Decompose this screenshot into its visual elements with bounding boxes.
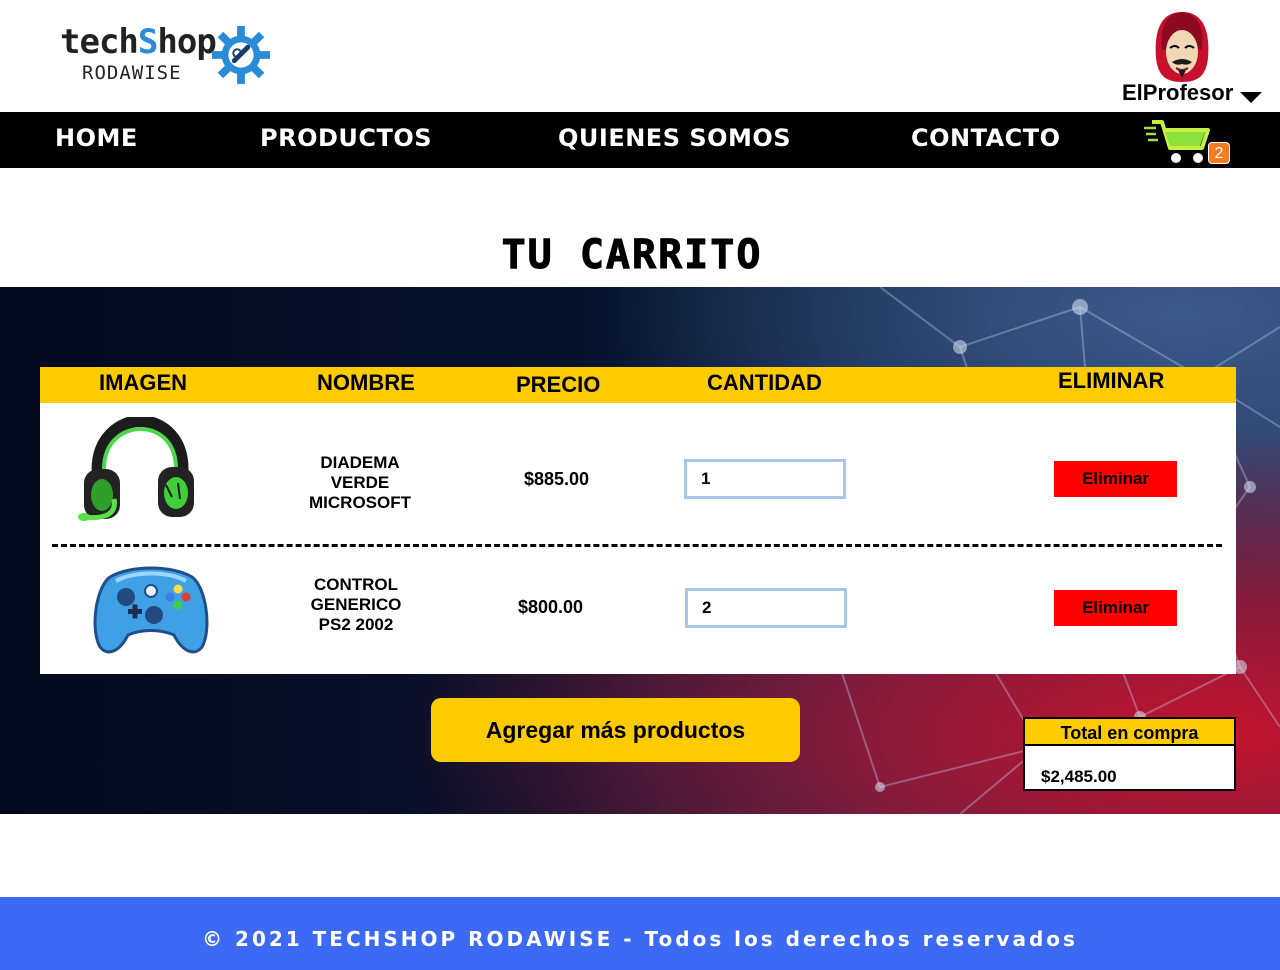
product-name-line: MICROSOFT xyxy=(309,493,411,512)
user-name: ElProfesor xyxy=(1122,80,1234,105)
total-label: Total en compra xyxy=(1025,719,1234,746)
delete-button[interactable]: Eliminar xyxy=(1054,590,1177,626)
logo-subtitle: RODAWISE xyxy=(82,62,182,84)
chevron-down-icon[interactable] xyxy=(1240,92,1262,103)
table-header: IMAGEN NOMBRE PRECIO CANTIDAD ELIMINAR xyxy=(40,367,1236,403)
user-menu[interactable]: ElProfesor xyxy=(1122,10,1262,106)
nav-contacto[interactable]: CONTACTO xyxy=(911,124,1061,152)
avatar xyxy=(1155,12,1209,82)
gear-icon xyxy=(211,25,271,85)
cart-count-badge: 2 xyxy=(1208,142,1230,164)
product-price: $885.00 xyxy=(524,469,590,489)
add-more-products-button[interactable]: Agregar más productos xyxy=(431,698,800,762)
total-value: $2,485.00 xyxy=(1041,767,1117,786)
table-row: CONTROL GENERICO PS2 2002 $800.00 Elimin… xyxy=(40,547,1236,677)
footer: © 2021 TECHSHOP RODAWISE - Todos los der… xyxy=(0,897,1280,970)
product-name: CONTROL GENERICO PS2 2002 xyxy=(276,575,436,635)
page-title: TU CARRITO xyxy=(501,232,763,279)
nav-productos[interactable]: PRODUCTOS xyxy=(260,124,432,152)
product-name-line: DIADEMA xyxy=(320,453,400,472)
product-name: DIADEMA VERDE MICROSOFT xyxy=(280,453,440,513)
shopping-cart-icon xyxy=(1144,120,1210,163)
column-header-imagen: IMAGEN xyxy=(99,370,187,395)
main-nav: HOME PRODUCTOS QUIENES SOMOS CONTACTO 2 xyxy=(0,112,1280,168)
column-header-nombre: NOMBRE xyxy=(317,370,415,395)
logo-wordmark: techShop xyxy=(60,22,217,62)
table-row: DIADEMA VERDE MICROSOFT $885.00 Eliminar xyxy=(40,413,1236,543)
column-header-eliminar: ELIMINAR xyxy=(1058,368,1165,393)
product-name-line: GENERICO xyxy=(310,595,402,614)
column-header-precio: PRECIO xyxy=(516,372,601,397)
header: techShop RODAWISE ElProfesor xyxy=(0,0,1280,112)
page: techShop RODAWISE ElProfesor HOME PRODUC… xyxy=(0,0,1280,970)
headset-icon xyxy=(78,417,194,521)
product-price: $800.00 xyxy=(518,597,584,617)
product-name-line: VERDE xyxy=(330,473,390,492)
cart-button[interactable]: 2 xyxy=(1142,118,1232,166)
nav-quienes-somos[interactable]: QUIENES SOMOS xyxy=(558,124,791,152)
brand-logo[interactable]: techShop RODAWISE xyxy=(60,22,280,88)
quantity-input[interactable] xyxy=(684,459,846,499)
quantity-input[interactable] xyxy=(685,588,847,628)
delete-button[interactable]: Eliminar xyxy=(1054,461,1177,497)
cart-table: IMAGEN NOMBRE PRECIO CANTIDAD ELIMINAR D… xyxy=(40,367,1236,674)
nav-home[interactable]: HOME xyxy=(55,124,138,152)
column-header-cantidad: CANTIDAD xyxy=(707,370,822,395)
footer-copyright: © 2021 TECHSHOP RODAWISE - Todos los der… xyxy=(202,927,1078,951)
product-name-line: CONTROL xyxy=(313,575,399,594)
total-box: Total en compra $2,485.00 xyxy=(1023,717,1236,791)
gamepad-icon xyxy=(93,566,209,654)
product-name-line: PS2 2002 xyxy=(318,615,394,634)
